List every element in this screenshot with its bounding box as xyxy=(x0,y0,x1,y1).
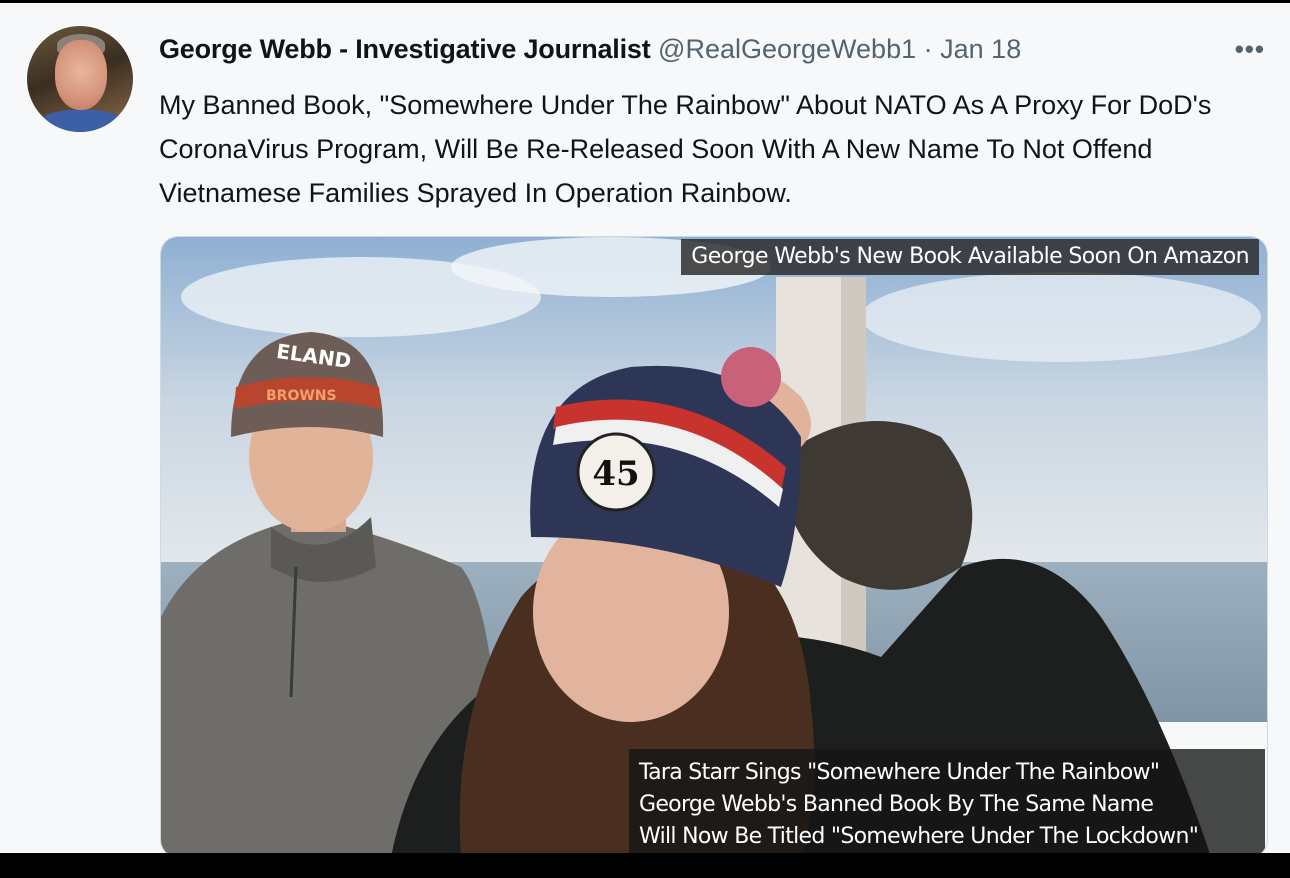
caption-top: George Webb's New Book Available Soon On… xyxy=(681,239,1259,275)
tweet-date[interactable]: Jan 18 xyxy=(940,34,1021,64)
tweet-header: George Webb - Investigative Journalist @… xyxy=(159,29,1269,69)
caption-line: Tara Starr Sings "Somewhere Under The Ra… xyxy=(639,760,1160,785)
tweet-text: My Banned Book, "Somewhere Under The Rai… xyxy=(159,90,1212,208)
avatar-shirt xyxy=(37,110,127,132)
caption-line: Will Now Be Titled "Somewhere Under The … xyxy=(639,824,1199,849)
tweet-media[interactable]: ELAND BROWNS 45 George Webb's New Book A… xyxy=(160,236,1268,853)
man-hat-text-band: BROWNS xyxy=(266,388,337,404)
woman-hat-badge-text: 45 xyxy=(592,454,639,494)
more-icon[interactable]: ••• xyxy=(1235,29,1265,69)
author-handle[interactable]: @RealGeorgeWebb1 xyxy=(658,34,916,64)
cloud xyxy=(861,272,1261,362)
woman-hat-pompom xyxy=(721,347,781,407)
header-separator: · xyxy=(923,34,933,64)
avatar-face xyxy=(55,40,107,110)
caption-bottom: Tara Starr Sings "Somewhere Under The Ra… xyxy=(629,749,1265,853)
caption-line: George Webb's Banned Book By The Same Na… xyxy=(639,792,1154,817)
tweet-card[interactable]: George Webb - Investigative Journalist @… xyxy=(0,3,1290,853)
author-name[interactable]: George Webb - Investigative Journalist xyxy=(159,34,651,64)
avatar[interactable] xyxy=(27,26,133,132)
